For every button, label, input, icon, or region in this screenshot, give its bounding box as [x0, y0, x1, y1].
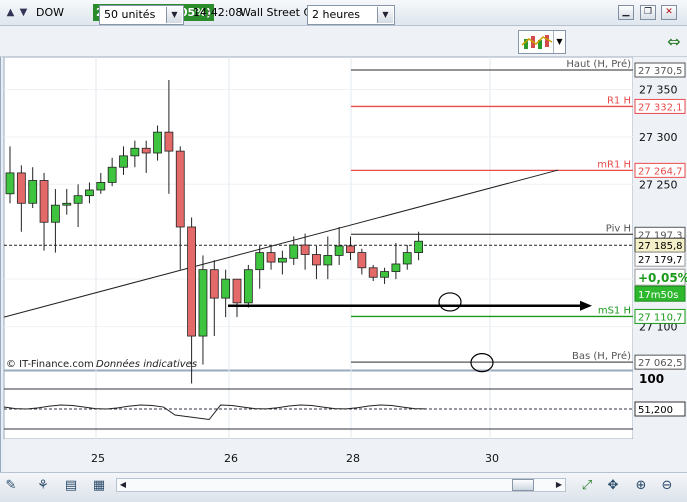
- pivot-level-label: mS1 H: [598, 305, 631, 316]
- candle-body: [323, 255, 333, 266]
- candle-body: [243, 269, 253, 304]
- scrollbar-thumb[interactable]: [512, 479, 534, 491]
- candle-body: [277, 257, 287, 263]
- period-select-value: 2 heures: [312, 8, 360, 21]
- pivot-level-value: 27 110,7: [638, 312, 683, 323]
- indicators-dropdown[interactable]: ▼: [553, 31, 565, 53]
- candle-body: [391, 263, 401, 272]
- y-tick-label: 27 350: [639, 83, 678, 96]
- pivot-level-label: R1 H: [607, 95, 631, 106]
- candle-body: [334, 245, 344, 256]
- price-panel: [3, 57, 634, 371]
- units-select[interactable]: 50 unités ▼: [99, 5, 184, 25]
- candle-body: [187, 226, 197, 337]
- pivot-level-label: Bas (H, Pré): [572, 350, 631, 362]
- candle-body: [39, 180, 49, 223]
- candle-body: [141, 147, 151, 154]
- previous-price-value: 27 179,7: [638, 255, 683, 266]
- y-tick-label: 27 250: [639, 178, 678, 191]
- time-label: 14:42:08: [193, 6, 243, 19]
- scroll-left-icon[interactable]: ◀: [117, 479, 129, 491]
- pivot-level-value: 27 332,1: [638, 102, 683, 113]
- candle-body: [402, 252, 412, 265]
- crosshair-icon[interactable]: ✥: [604, 477, 622, 495]
- y-tick-label: 27 300: [639, 131, 678, 144]
- current-price-value: 27 185,8: [638, 241, 683, 252]
- x-tick-label: 26: [224, 452, 238, 465]
- candle-body: [85, 189, 94, 197]
- minimize-button[interactable]: ▁: [618, 5, 634, 20]
- pivot-level-value: 27 264,7: [638, 166, 683, 177]
- candle-body: [266, 252, 276, 263]
- pivot-level-label: Haut (H, Pré): [566, 58, 631, 70]
- candle-body: [289, 244, 299, 259]
- countdown-value: 17m50s: [638, 290, 678, 301]
- pivot-level-value: 27 062,5: [638, 358, 683, 369]
- candle-body: [209, 269, 219, 299]
- indicator-value: 51,200: [638, 405, 673, 416]
- table-icon[interactable]: ▤: [62, 477, 80, 495]
- layers-icon[interactable]: ▦: [90, 477, 108, 495]
- change-value: +0,05%: [638, 271, 687, 285]
- candle-body: [153, 131, 162, 154]
- close-button[interactable]: ✕: [661, 5, 677, 20]
- chevron-down-icon[interactable]: ▼: [166, 7, 182, 23]
- network-icon[interactable]: ⚘: [34, 477, 52, 495]
- candle-body: [232, 278, 242, 304]
- candle-body: [255, 252, 265, 271]
- candle-body: [221, 278, 231, 299]
- candle-body: [107, 166, 117, 183]
- symbol-label: DOW: [36, 6, 65, 19]
- price-chart[interactable]: 27 35027 30027 25027 15027 10025262830Ha…: [0, 57, 687, 472]
- pivot-level-value: 27 370,5: [638, 66, 683, 77]
- scroll-chart-icon[interactable]: ⇔: [664, 28, 684, 56]
- candle-body: [414, 240, 424, 253]
- watermark-label: © IT-Finance.com: [6, 359, 94, 370]
- scroll-right-icon[interactable]: ▶: [553, 479, 565, 491]
- history-scrollbar[interactable]: [116, 478, 566, 492]
- candle-body: [198, 269, 208, 337]
- candle-body: [5, 172, 15, 195]
- candle-body: [380, 271, 389, 278]
- candle-body: [346, 245, 355, 253]
- chevron-down-icon[interactable]: ▼: [377, 7, 393, 23]
- candle-body: [175, 150, 185, 228]
- candle-body: [300, 244, 310, 255]
- zoom-out-icon[interactable]: ⊖: [658, 477, 676, 495]
- candle-body: [357, 252, 367, 269]
- indicator-chart-icon: [521, 35, 553, 49]
- candle-body: [96, 182, 106, 191]
- pivot-level-label: Piv H: [606, 223, 631, 234]
- candle-body: [73, 195, 83, 204]
- candle-body: [119, 155, 128, 168]
- arrow-up-icon[interactable]: ▲: [4, 6, 17, 19]
- candle-body: [28, 180, 38, 204]
- candle-body: [51, 204, 60, 223]
- pivot-level-label: mR1 H: [597, 159, 631, 170]
- x-tick-label: 25: [91, 452, 105, 465]
- candle-body: [312, 254, 321, 266]
- restore-button[interactable]: ❐: [640, 5, 656, 20]
- toolbar: [0, 26, 687, 57]
- zoom-fit-icon[interactable]: ⤢: [578, 477, 596, 495]
- x-tick-label: 28: [346, 452, 360, 465]
- arrow-down-icon[interactable]: ▼: [17, 6, 30, 19]
- x-tick-label: 30: [485, 452, 499, 465]
- units-select-value: 50 unités: [104, 8, 156, 21]
- candle-body: [164, 131, 174, 152]
- draw-line-icon[interactable]: ✎: [2, 477, 20, 495]
- indicator-top-label: 100: [639, 372, 664, 386]
- disclaimer-label: Données indicatives: [96, 358, 197, 370]
- period-select[interactable]: 2 heures ▼: [307, 5, 395, 25]
- zoom-in-icon[interactable]: ⊕: [632, 477, 650, 495]
- candle-body: [62, 202, 72, 206]
- candle-body: [130, 147, 140, 157]
- candle-body: [16, 172, 26, 204]
- candle-body: [368, 267, 378, 278]
